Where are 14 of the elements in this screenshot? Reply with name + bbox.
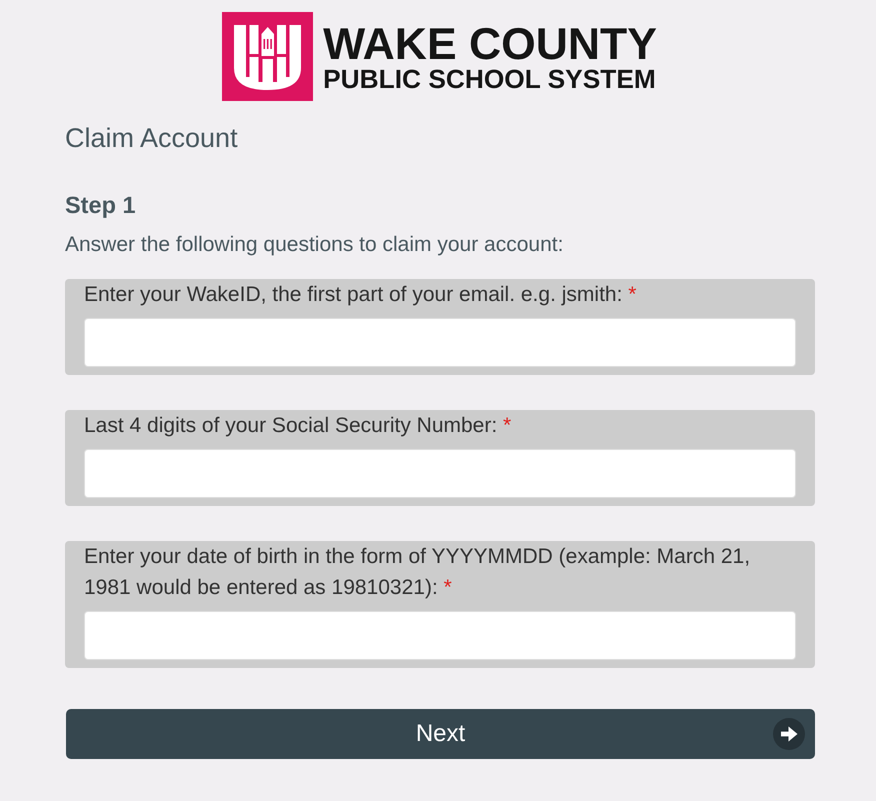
text-input[interactable] xyxy=(84,318,796,367)
step-heading: Step 1 xyxy=(65,192,137,218)
text-input[interactable] xyxy=(84,449,796,498)
text-input[interactable] xyxy=(84,611,796,660)
page-title: Claim Account xyxy=(65,123,239,153)
instructions-text: Answer the following questions to claim your account: xyxy=(65,233,564,257)
next-button[interactable]: Next xyxy=(66,709,815,759)
logo-title: WAKE COUNTY xyxy=(323,26,657,64)
arrow-right-icon xyxy=(773,718,805,750)
field-label: Enter your date of birth in the form of YYYYMMDD (example: March 21, 1981 would be entered as 19810321): * xyxy=(84,544,752,601)
field-label: Enter your WakeID, the first part of your email. e.g. jsmith: * xyxy=(84,282,638,308)
school-emblem-icon xyxy=(222,12,314,101)
logo-subtitle: PUBLIC SCHOOL SYSTEM xyxy=(323,64,657,94)
field-label: Last 4 digits of your Social Security Number: * xyxy=(84,413,512,439)
